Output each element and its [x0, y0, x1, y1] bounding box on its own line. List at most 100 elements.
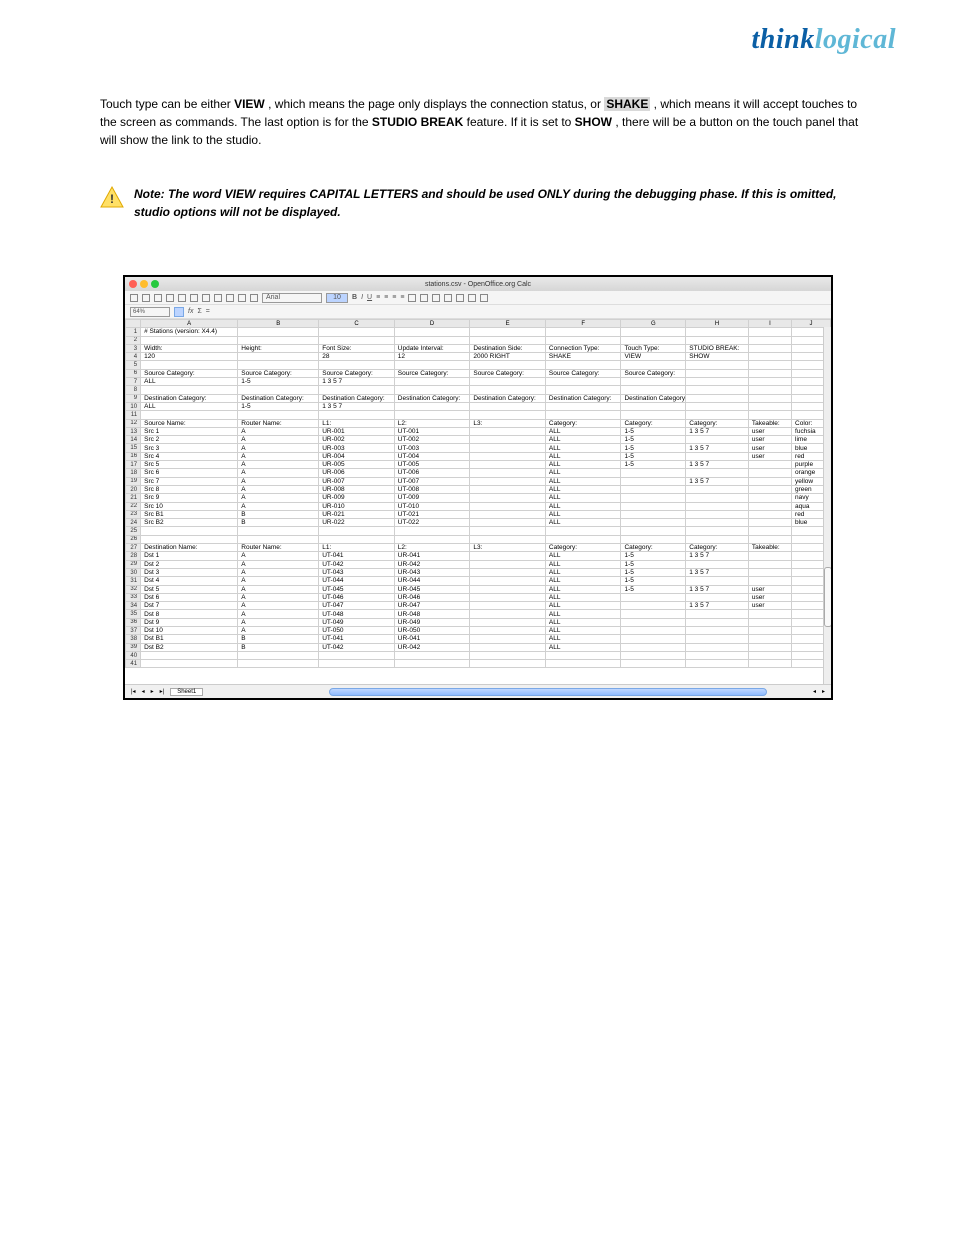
cell[interactable]	[470, 651, 546, 659]
cell[interactable]	[470, 494, 546, 502]
cell[interactable]: UT-046	[319, 593, 395, 601]
row-number[interactable]: 20	[126, 485, 141, 493]
maximize-icon[interactable]	[151, 280, 159, 288]
cell[interactable]: Dst 9	[141, 618, 238, 626]
cell[interactable]	[748, 469, 791, 477]
row-number[interactable]: 35	[126, 610, 141, 618]
cell[interactable]	[470, 402, 546, 410]
cell[interactable]	[545, 378, 621, 386]
cell[interactable]: Takeable:	[748, 419, 791, 427]
close-icon[interactable]	[129, 280, 137, 288]
cell[interactable]	[470, 527, 546, 535]
cell[interactable]	[141, 527, 238, 535]
cell[interactable]	[238, 353, 319, 361]
cell[interactable]: UT-044	[319, 577, 395, 585]
cell[interactable]	[470, 461, 546, 469]
cell[interactable]	[686, 386, 749, 394]
cell[interactable]: 120	[141, 353, 238, 361]
cell[interactable]	[470, 618, 546, 626]
row-number[interactable]: 21	[126, 494, 141, 502]
cell[interactable]	[545, 402, 621, 410]
cell[interactable]: A	[238, 593, 319, 601]
cell[interactable]	[394, 535, 470, 543]
cell[interactable]	[686, 593, 749, 601]
cell[interactable]	[748, 328, 791, 336]
toolbar-icon[interactable]	[190, 294, 198, 302]
cell[interactable]: STUDIO BREAK:	[686, 344, 749, 352]
cell[interactable]: ALL	[545, 444, 621, 452]
cell[interactable]	[470, 626, 546, 634]
toolbar-icon[interactable]	[238, 294, 246, 302]
cell[interactable]	[238, 361, 319, 369]
cell[interactable]: ALL	[545, 502, 621, 510]
cell[interactable]	[621, 602, 686, 610]
cell[interactable]: ALL	[545, 610, 621, 618]
cell[interactable]	[141, 535, 238, 543]
cell[interactable]: Dst 1	[141, 552, 238, 560]
cell[interactable]: Category:	[686, 544, 749, 552]
cell[interactable]: ALL	[141, 378, 238, 386]
cell[interactable]: Source Category:	[545, 369, 621, 377]
cell[interactable]: ALL	[545, 461, 621, 469]
cell[interactable]	[319, 527, 395, 535]
row-number[interactable]: 24	[126, 519, 141, 527]
cell[interactable]: Update Interval:	[394, 344, 470, 352]
toolbar-icon[interactable]	[166, 294, 174, 302]
cell[interactable]: ALL	[545, 626, 621, 634]
cell[interactable]	[686, 336, 749, 344]
cell[interactable]: Destination Side:	[470, 344, 546, 352]
row-number[interactable]: 39	[126, 643, 141, 651]
cell[interactable]	[748, 485, 791, 493]
row-number[interactable]: 33	[126, 593, 141, 601]
cell[interactable]	[470, 436, 546, 444]
cell[interactable]: Destination Category:	[394, 394, 470, 402]
cell[interactable]	[686, 378, 749, 386]
cell[interactable]: Src B1	[141, 510, 238, 518]
row-number[interactable]: 4	[126, 353, 141, 361]
cell[interactable]: ALL	[545, 585, 621, 593]
cell[interactable]: Category:	[621, 419, 686, 427]
cell[interactable]: L1:	[319, 544, 395, 552]
cell[interactable]	[748, 477, 791, 485]
cell[interactable]: Src 5	[141, 461, 238, 469]
align-icon[interactable]: ≡	[376, 294, 380, 301]
window-controls[interactable]	[129, 280, 159, 288]
cell[interactable]: Category:	[545, 419, 621, 427]
cell[interactable]: ALL	[545, 602, 621, 610]
cell[interactable]	[686, 519, 749, 527]
cell[interactable]: UT-047	[319, 602, 395, 610]
cell[interactable]: ALL	[545, 436, 621, 444]
cell[interactable]	[621, 485, 686, 493]
cell[interactable]	[545, 527, 621, 535]
cell[interactable]	[621, 402, 686, 410]
cell[interactable]: Touch Type:	[621, 344, 686, 352]
cell[interactable]: A	[238, 552, 319, 560]
cell[interactable]	[621, 535, 686, 543]
cell[interactable]	[394, 660, 470, 668]
cell[interactable]	[748, 626, 791, 634]
cell[interactable]	[621, 411, 686, 419]
cell[interactable]: Destination Category:	[470, 394, 546, 402]
cell[interactable]: A	[238, 485, 319, 493]
cell[interactable]	[748, 353, 791, 361]
row-number[interactable]: 7	[126, 378, 141, 386]
sheet-nav-last[interactable]: ▸|	[160, 688, 165, 695]
cell[interactable]	[686, 494, 749, 502]
toolbar-icon[interactable]	[250, 294, 258, 302]
cell[interactable]: A	[238, 560, 319, 568]
cell[interactable]	[238, 527, 319, 535]
equals-icon[interactable]: =	[206, 308, 210, 315]
cell[interactable]	[545, 361, 621, 369]
cell[interactable]	[748, 568, 791, 576]
sheet-nav-next[interactable]: ▸	[151, 688, 154, 695]
cell[interactable]: ALL	[545, 560, 621, 568]
cell[interactable]: UR-049	[394, 618, 470, 626]
cell[interactable]	[141, 651, 238, 659]
cell[interactable]: Height:	[238, 344, 319, 352]
cell[interactable]: L3:	[470, 544, 546, 552]
cell[interactable]	[686, 635, 749, 643]
cell[interactable]	[141, 660, 238, 668]
cell[interactable]: UT-004	[394, 452, 470, 460]
cell[interactable]	[686, 651, 749, 659]
cell[interactable]	[141, 361, 238, 369]
